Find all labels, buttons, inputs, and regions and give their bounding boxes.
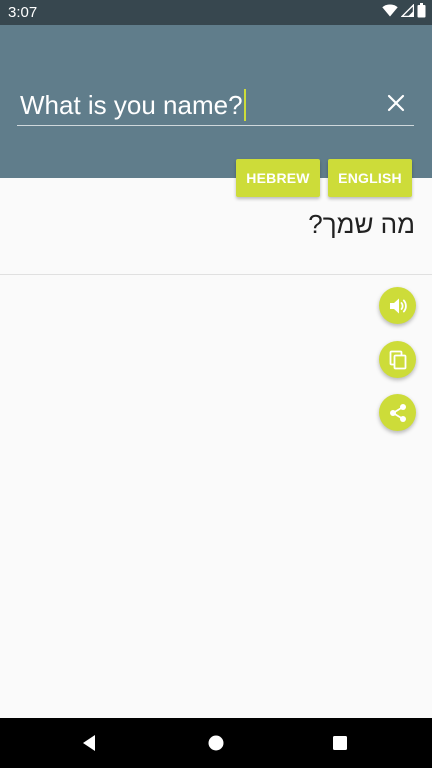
copy-button[interactable] <box>379 341 416 378</box>
divider <box>0 274 432 275</box>
speak-button[interactable] <box>379 287 416 324</box>
battery-icon <box>417 2 426 23</box>
text-caret <box>243 89 246 121</box>
translate-header: What is you name? <box>0 25 432 178</box>
copy-icon <box>389 350 406 369</box>
translate-input[interactable]: What is you name? <box>17 87 414 126</box>
language-hebrew-button[interactable]: HEBREW <box>236 159 320 197</box>
recents-icon <box>333 736 347 750</box>
back-button[interactable] <box>78 731 102 755</box>
wifi-icon <box>382 4 398 22</box>
navigation-bar <box>0 718 432 768</box>
clear-button[interactable] <box>384 91 408 115</box>
translate-input-text[interactable]: What is you name? <box>20 89 246 121</box>
share-button[interactable] <box>379 394 416 431</box>
speaker-icon <box>389 298 407 313</box>
recents-button[interactable] <box>328 731 352 755</box>
language-english-button[interactable]: ENGLISH <box>328 159 412 197</box>
close-icon <box>387 94 405 112</box>
home-button[interactable] <box>204 731 228 755</box>
translation-output: מה שמך? <box>308 209 415 239</box>
status-icons <box>382 2 426 23</box>
status-bar: 3:07 <box>0 0 432 25</box>
back-icon <box>83 735 95 751</box>
signal-icon <box>400 2 415 22</box>
share-icon <box>389 403 406 422</box>
input-value: What is you name? <box>20 90 243 120</box>
home-icon <box>208 735 224 751</box>
status-time: 3:07 <box>8 4 38 21</box>
